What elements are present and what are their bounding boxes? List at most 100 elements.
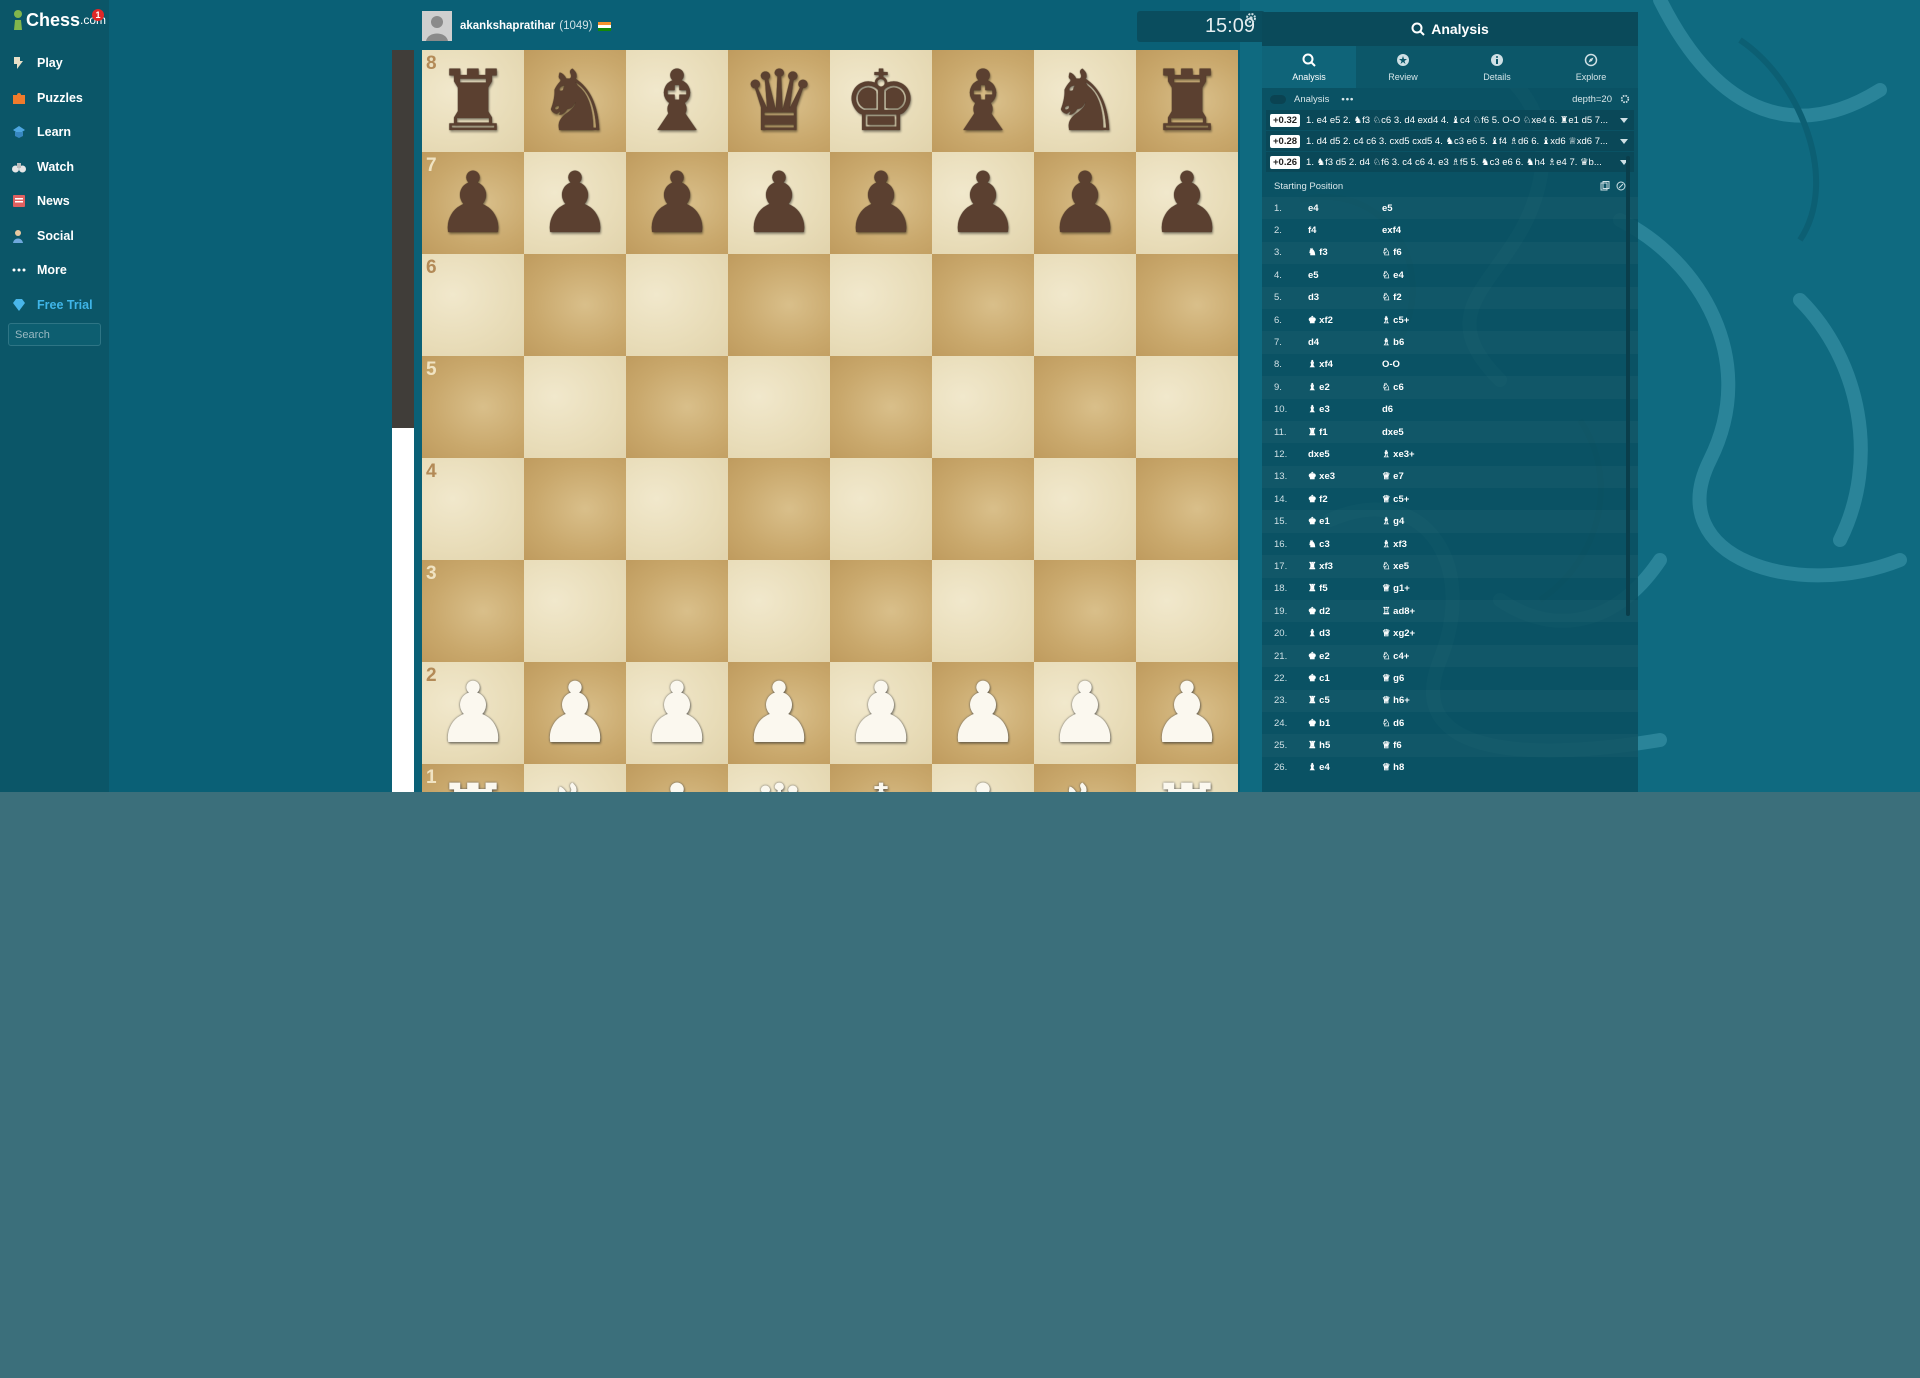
black-piece[interactable]: ♟	[1034, 152, 1136, 254]
black-move[interactable]: ♘ c4+	[1382, 651, 1502, 662]
square-f8[interactable]: ♝	[932, 50, 1034, 152]
square-d3[interactable]	[728, 560, 830, 662]
black-piece[interactable]: ♟	[830, 152, 932, 254]
white-piece[interactable]: ♟	[932, 662, 1034, 764]
chevron-down-icon[interactable]	[1620, 138, 1628, 144]
white-move[interactable]: ♝ xf4	[1308, 359, 1382, 370]
square-a3[interactable]: 3	[422, 560, 524, 662]
square-c6[interactable]	[626, 254, 728, 356]
white-move[interactable]: e5	[1308, 270, 1382, 281]
black-piece[interactable]: ♝	[932, 50, 1034, 152]
square-h3[interactable]	[1136, 560, 1238, 662]
black-piece[interactable]: ♝	[626, 50, 728, 152]
square-c1[interactable]: ♝	[626, 764, 728, 792]
tab-analysis[interactable]: Analysis	[1262, 46, 1356, 88]
black-piece[interactable]: ♟	[524, 152, 626, 254]
black-piece[interactable]: ♞	[1034, 50, 1136, 152]
white-move[interactable]: ♚ b1	[1308, 718, 1382, 729]
black-move[interactable]: ♕ xg2+	[1382, 628, 1502, 639]
square-a7[interactable]: 7 ♟	[422, 152, 524, 254]
square-c4[interactable]	[626, 458, 728, 560]
white-piece[interactable]: ♝	[626, 764, 728, 792]
settings-gear-icon[interactable]	[1245, 12, 1257, 24]
square-e5[interactable]	[830, 356, 932, 458]
analysis-toggle[interactable]	[1270, 94, 1286, 104]
square-e1[interactable]: ♚	[830, 764, 932, 792]
sidebar-item-social[interactable]: Social	[0, 219, 109, 254]
square-b2[interactable]: ♟	[524, 662, 626, 764]
square-d8[interactable]: ♛	[728, 50, 830, 152]
black-piece[interactable]: ♟	[422, 152, 524, 254]
tab-review[interactable]: Review	[1356, 46, 1450, 88]
square-a5[interactable]: 5	[422, 356, 524, 458]
square-h4[interactable]	[1136, 458, 1238, 560]
square-h5[interactable]	[1136, 356, 1238, 458]
white-move[interactable]: ♚ xf2	[1308, 315, 1382, 326]
square-g3[interactable]	[1034, 560, 1136, 662]
white-move[interactable]: ♜ c5	[1308, 695, 1382, 706]
engine-line-moves[interactable]: 1. e4 e5 2. ♞f3 ♘c6 3. d4 exd4 4. ♝c4 ♘f…	[1306, 115, 1614, 126]
black-move[interactable]: ♕ h6+	[1382, 695, 1502, 706]
square-d4[interactable]	[728, 458, 830, 560]
white-piece[interactable]: ♝	[932, 764, 1034, 792]
square-b6[interactable]	[524, 254, 626, 356]
black-move[interactable]: ♕ g1+	[1382, 583, 1502, 594]
black-piece[interactable]: ♟	[1136, 152, 1238, 254]
square-f1[interactable]: ♝	[932, 764, 1034, 792]
black-move[interactable]: dxe5	[1382, 427, 1502, 438]
square-c3[interactable]	[626, 560, 728, 662]
avatar[interactable]	[422, 11, 452, 41]
black-move[interactable]: ♘ e4	[1382, 270, 1502, 281]
engine-line[interactable]: +0.26 1. ♞f3 d5 2. d4 ♘f6 3. c4 c6 4. e3 …	[1266, 152, 1634, 172]
white-move[interactable]: ♝ e3	[1308, 404, 1382, 415]
square-h7[interactable]: ♟	[1136, 152, 1238, 254]
black-move[interactable]: ♕ c5+	[1382, 494, 1502, 505]
black-move[interactable]: ♘ d6	[1382, 718, 1502, 729]
engine-line[interactable]: +0.32 1. e4 e5 2. ♞f3 ♘c6 3. d4 exd4 4. ♝…	[1266, 110, 1634, 130]
white-move[interactable]: e4	[1308, 203, 1382, 214]
black-move[interactable]: exf4	[1382, 225, 1502, 236]
black-piece[interactable]: ♟	[728, 152, 830, 254]
black-move[interactable]: ♗ c5+	[1382, 315, 1502, 326]
white-piece[interactable]: ♜	[1136, 764, 1238, 792]
white-move[interactable]: ♜ f5	[1308, 583, 1382, 594]
move-list-scrollbar[interactable]	[1626, 156, 1630, 616]
white-piece[interactable]: ♚	[830, 764, 932, 792]
square-h6[interactable]	[1136, 254, 1238, 356]
white-move[interactable]: ♜ f1	[1308, 427, 1382, 438]
white-piece[interactable]: ♟	[1034, 662, 1136, 764]
black-move[interactable]: O-O	[1382, 359, 1502, 370]
white-move[interactable]: ♜ h5	[1308, 740, 1382, 751]
square-c5[interactable]	[626, 356, 728, 458]
square-e6[interactable]	[830, 254, 932, 356]
square-a2[interactable]: 2 ♟	[422, 662, 524, 764]
black-move[interactable]: ♕ g6	[1382, 673, 1502, 684]
square-g8[interactable]: ♞	[1034, 50, 1136, 152]
tab-explore[interactable]: Explore	[1544, 46, 1638, 88]
white-move[interactable]: f4	[1308, 225, 1382, 236]
white-piece[interactable]: ♞	[1034, 764, 1136, 792]
square-a6[interactable]: 6	[422, 254, 524, 356]
square-b4[interactable]	[524, 458, 626, 560]
square-b7[interactable]: ♟	[524, 152, 626, 254]
square-a4[interactable]: 4	[422, 458, 524, 560]
black-piece[interactable]: ♚	[830, 50, 932, 152]
square-f7[interactable]: ♟	[932, 152, 1034, 254]
engine-line[interactable]: +0.28 1. d4 d5 2. c4 c6 3. cxd5 cxd5 4. ♞…	[1266, 131, 1634, 151]
square-c7[interactable]: ♟	[626, 152, 728, 254]
black-piece[interactable]: ♞	[524, 50, 626, 152]
black-move[interactable]: ♕ h8	[1382, 762, 1502, 773]
square-b3[interactable]	[524, 560, 626, 662]
square-h8[interactable]: ♜	[1136, 50, 1238, 152]
black-move[interactable]: ♗ b6	[1382, 337, 1502, 348]
sidebar-item-free-trial[interactable]: Free Trial	[0, 288, 109, 323]
sidebar-item-news[interactable]: News	[0, 184, 109, 219]
square-g4[interactable]	[1034, 458, 1136, 560]
white-move[interactable]: ♚ e2	[1308, 651, 1382, 662]
black-move[interactable]: e5	[1382, 203, 1502, 214]
engine-line-moves[interactable]: 1. ♞f3 d5 2. d4 ♘f6 3. c4 c6 4. e3 ♗f5 5…	[1306, 157, 1614, 168]
white-move[interactable]: ♝ e4	[1308, 762, 1382, 773]
square-d5[interactable]	[728, 356, 830, 458]
white-move[interactable]: ♚ c1	[1308, 673, 1382, 684]
white-move[interactable]: d4	[1308, 337, 1382, 348]
